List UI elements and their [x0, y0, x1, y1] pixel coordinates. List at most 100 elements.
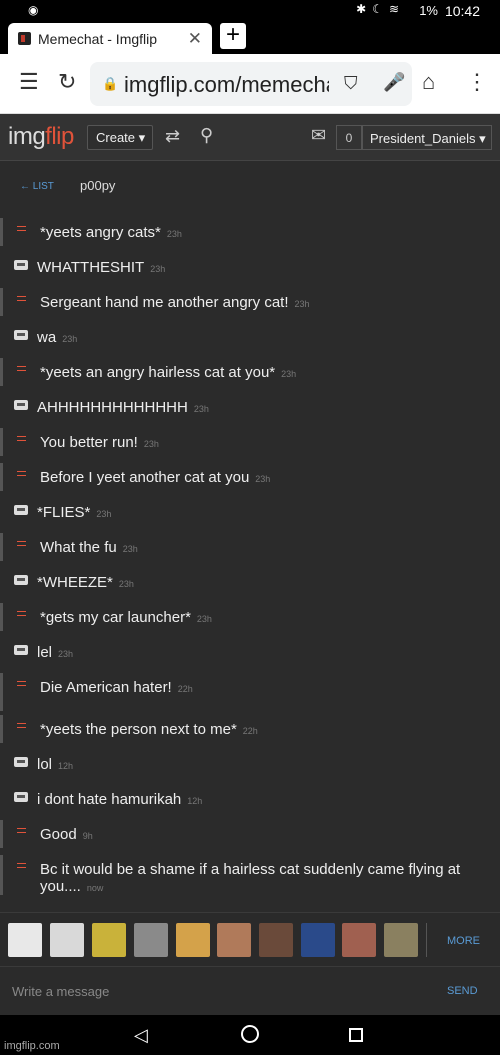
user-message-icon: [14, 400, 28, 410]
message-text: Die American hater! 22h: [40, 679, 193, 696]
message-time: 23h: [193, 404, 209, 414]
meme-thumbnail[interactable]: [217, 923, 251, 957]
message-row: *yeets the person next to me* 22h: [0, 715, 500, 743]
meme-thumbnail[interactable]: [92, 923, 126, 957]
browser-toolbar: ☰ ↻ 🔒 imgflip.com/memechat ⛉ 🎤 ⌂ ⋮: [0, 54, 500, 114]
message-row: You better run! 23h: [0, 428, 500, 456]
chat-room-name: p00py: [80, 178, 116, 193]
message-text: *WHEEZE* 23h: [37, 574, 134, 591]
message-time: 23h: [118, 579, 134, 589]
message-input[interactable]: [0, 967, 430, 1015]
message-list[interactable]: *yeets angry cats* 23h WHATTHESHIT 23h Serge…: [0, 210, 500, 912]
recents-icon[interactable]: [349, 1028, 363, 1042]
message-row: Good 9h: [0, 820, 500, 848]
user-message-icon: [14, 575, 28, 585]
mail-icon[interactable]: ✉: [311, 125, 326, 146]
message-row: *gets my car launcher* 23h: [0, 603, 500, 631]
meme-picker-strip: MORE: [0, 912, 500, 967]
user-message-icon: [14, 260, 28, 270]
clock: 10:42: [444, 3, 480, 19]
message-text: lel 23h: [37, 644, 74, 661]
message-time: 23h: [58, 649, 74, 659]
message-row: i dont hate hamurikah 12h: [0, 785, 500, 813]
meme-thumbnail[interactable]: [134, 923, 168, 957]
mic-icon[interactable]: 🎤: [383, 72, 405, 93]
reload-icon[interactable]: ↻: [58, 70, 76, 94]
own-message-marker-icon: [17, 436, 26, 441]
browser-tab[interactable]: Memechat - Imgflip ✕: [8, 23, 212, 54]
new-tab-button[interactable]: +: [220, 23, 246, 49]
back-to-list-link[interactable]: ← LIST: [20, 181, 54, 192]
send-button[interactable]: SEND: [447, 985, 478, 997]
message-time: 9h: [82, 831, 93, 841]
lock-icon: 🔒: [102, 76, 119, 91]
own-message-marker-icon: [17, 863, 26, 868]
create-button[interactable]: Create ▾: [87, 125, 153, 150]
home-circle-icon[interactable]: [241, 1025, 259, 1043]
own-message-marker-icon: [17, 681, 26, 686]
search-icon[interactable]: ⚲: [200, 125, 213, 146]
back-icon[interactable]: ◁: [134, 1025, 148, 1045]
address-bar[interactable]: 🔒 imgflip.com/memechat ⛉ 🎤: [90, 62, 412, 106]
battery-percent: 1%: [419, 3, 438, 18]
message-text: Before I yeet another cat at you 23h: [40, 469, 271, 486]
meme-thumbnail[interactable]: [384, 923, 418, 957]
message-row: *yeets an angry hairless cat at you* 23h: [0, 358, 500, 386]
message-time: 23h: [196, 614, 212, 624]
message-time: 23h: [122, 544, 138, 554]
message-text: *FLIES* 23h: [37, 504, 112, 521]
meme-thumbnail[interactable]: [342, 923, 376, 957]
meme-thumbnail[interactable]: [259, 923, 293, 957]
message-text: WHATTHESHIT 23h: [37, 259, 166, 276]
message-text: lol 12h: [37, 756, 74, 773]
message-text: i dont hate hamurikah 12h: [37, 791, 203, 808]
message-time: 23h: [150, 264, 166, 274]
own-message-marker-icon: [17, 541, 26, 546]
own-message-marker-icon: [17, 471, 26, 476]
message-text: *yeets the person next to me* 22h: [40, 721, 258, 738]
meme-thumbnail[interactable]: [301, 923, 335, 957]
more-memes-button[interactable]: MORE: [447, 935, 480, 947]
message-row: WHATTHESHIT 23h: [0, 253, 500, 281]
message-text: wa 23h: [37, 329, 78, 346]
menu-icon[interactable]: ☰: [19, 70, 39, 94]
message-row: Bc it would be a shame if a hairless cat…: [0, 855, 500, 895]
message-row: Die American hater! 22h: [0, 673, 500, 711]
more-vert-icon[interactable]: ⋮: [466, 70, 488, 94]
notification-count[interactable]: 0: [336, 125, 362, 150]
message-row: lel 23h: [0, 638, 500, 666]
strip-divider: [426, 923, 427, 957]
message-row: AHHHHHHHHHHHHH 23h: [0, 393, 500, 421]
close-tab-icon[interactable]: ✕: [188, 29, 202, 49]
message-text: Good 9h: [40, 826, 93, 843]
site-header: imgflip Create ▾ ⇄ ⚲ ✉ 0 President_Danie…: [0, 114, 500, 161]
shuffle-icon[interactable]: ⇄: [165, 126, 180, 147]
message-time: 23h: [166, 229, 182, 239]
meme-thumbnail[interactable]: [50, 923, 84, 957]
meme-thumbnail[interactable]: [8, 923, 42, 957]
user-message-icon: [14, 645, 28, 655]
user-menu-button[interactable]: President_Daniels ▾: [362, 125, 492, 150]
tab-strip: Memechat - Imgflip ✕ +: [0, 20, 500, 54]
message-time: 23h: [96, 509, 112, 519]
message-time: 12h: [187, 796, 203, 806]
user-message-icon: [14, 792, 28, 802]
android-nav-bar: ◁: [0, 1015, 500, 1055]
message-text: *yeets an angry hairless cat at you* 23h: [40, 364, 297, 381]
message-time: 23h: [281, 369, 297, 379]
url-text[interactable]: imgflip.com/memechat: [124, 72, 329, 98]
message-time: 23h: [143, 439, 159, 449]
message-row: lol 12h: [0, 750, 500, 778]
message-time: 23h: [62, 334, 78, 344]
home-icon[interactable]: ⌂: [422, 70, 435, 94]
chat-header: ← LIST p00py: [0, 162, 500, 210]
own-message-marker-icon: [17, 226, 26, 231]
message-time: now: [86, 883, 104, 893]
meme-thumbnail[interactable]: [176, 923, 210, 957]
favicon-icon: [18, 32, 31, 45]
message-time: 23h: [255, 474, 271, 484]
own-message-marker-icon: [17, 828, 26, 833]
imgflip-logo[interactable]: imgflip: [8, 123, 74, 151]
bookmark-icon[interactable]: ⛉: [344, 73, 358, 94]
user-message-icon: [14, 505, 28, 515]
